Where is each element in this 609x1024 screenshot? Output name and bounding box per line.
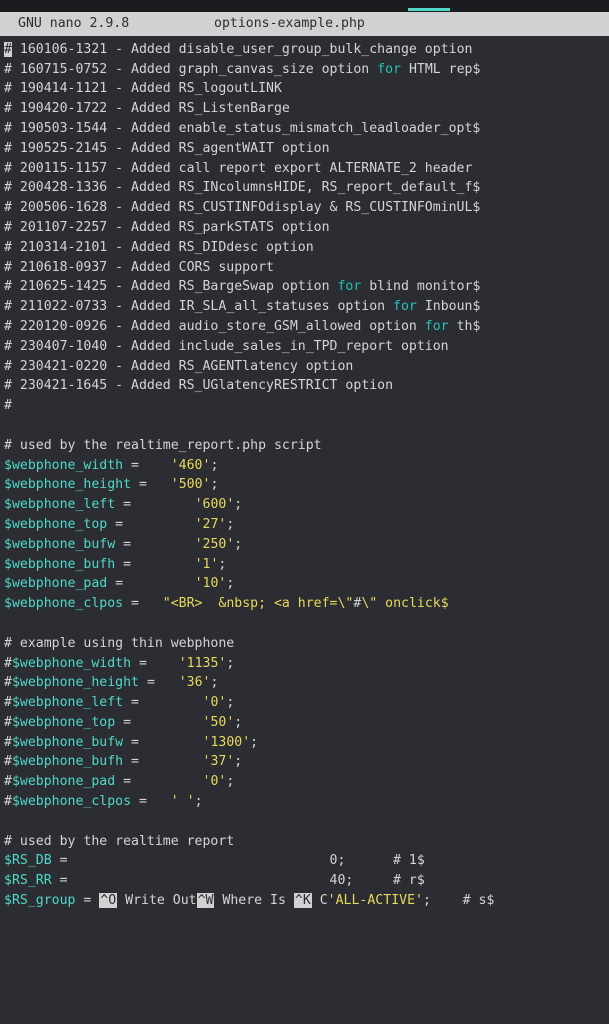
commented-var-line: #$webphone_bufw = '1300'; xyxy=(4,733,605,753)
var-line: $webphone_bufh = '1'; xyxy=(4,555,605,575)
comment-line: # example using thin webphone xyxy=(4,634,605,654)
nano-titlebar: GNU nano 2.9.8 options-example.php xyxy=(0,12,609,36)
var-line: $webphone_left = '600'; xyxy=(4,495,605,515)
window-topbar xyxy=(0,0,609,12)
commented-var-line: #$webphone_top = '50'; xyxy=(4,713,605,733)
var-line: $webphone_width = '460'; xyxy=(4,456,605,476)
changelog-line: # 190503-1544 - Added enable_status_mism… xyxy=(4,119,605,139)
changelog-line: # 160106-1321 - Added disable_user_group… xyxy=(4,40,605,60)
cursor: # xyxy=(4,42,12,57)
changelog-line: # 230407-1040 - Added include_sales_in_T… xyxy=(4,337,605,357)
changelog-line: # 230421-1645 - Added RS_UGlatencyRESTRI… xyxy=(4,376,605,396)
comment-line: # used by the realtime report xyxy=(4,832,605,852)
commented-var-line: #$webphone_bufh = '37'; xyxy=(4,752,605,772)
var-line: $webphone_pad = '10'; xyxy=(4,574,605,594)
var-line: $RS_DB = 0; # 1$ xyxy=(4,851,605,871)
shortcut-where-is: ^W xyxy=(197,893,215,908)
changelog-line: # 200115-1157 - Added call report export… xyxy=(4,159,605,179)
var-line: $webphone_bufw = '250'; xyxy=(4,535,605,555)
blank-line xyxy=(4,614,605,634)
changelog-line: # 210618-0937 - Added CORS support xyxy=(4,258,605,278)
shortcut-cut: ^K xyxy=(294,893,312,908)
var-line: $RS_RR = 40; # r$ xyxy=(4,871,605,891)
file-name: options-example.php xyxy=(214,14,365,34)
tab-accent xyxy=(408,8,450,11)
changelog-line: # 211022-0733 - Added IR_SLA_all_statuse… xyxy=(4,297,605,317)
shortcut-write-out: ^O xyxy=(99,893,117,908)
commented-var-line: #$webphone_left = '0'; xyxy=(4,693,605,713)
changelog-line: # 210625-1425 - Added RS_BargeSwap optio… xyxy=(4,277,605,297)
blank-line xyxy=(4,812,605,832)
changelog-line: # 230421-0220 - Added RS_AGENTlatency op… xyxy=(4,357,605,377)
changelog-line: # 200506-1628 - Added RS_CUSTINFOdisplay… xyxy=(4,198,605,218)
commented-var-line: #$webphone_pad = '0'; xyxy=(4,772,605,792)
commented-var-line: #$webphone_width = '1135'; xyxy=(4,654,605,674)
changelog-line: # 200428-1336 - Added RS_INcolumnsHIDE, … xyxy=(4,178,605,198)
changelog-line: # 160715-0752 - Added graph_canvas_size … xyxy=(4,60,605,80)
changelog-line: # 210314-2101 - Added RS_DIDdesc option xyxy=(4,238,605,258)
app-name: GNU nano 2.9.8 xyxy=(4,14,214,34)
changelog-line: # 190420-1722 - Added RS_ListenBarge xyxy=(4,99,605,119)
changelog-line: # 190414-1121 - Added RS_logoutLINK xyxy=(4,79,605,99)
comment-line: # used by the realtime_report.php script xyxy=(4,436,605,456)
commented-var-line: #$webphone_clpos = ' '; xyxy=(4,792,605,812)
var-line: $webphone_clpos = "<BR> &nbsp; <a href=\… xyxy=(4,594,605,614)
commented-var-line: #$webphone_height = '36'; xyxy=(4,673,605,693)
changelog-line: # 220120-0926 - Added audio_store_GSM_al… xyxy=(4,317,605,337)
changelog-line: # 201107-2257 - Added RS_parkSTATS optio… xyxy=(4,218,605,238)
changelog-line: # xyxy=(4,396,605,416)
footer-line: $RS_group = ^O Write Out^W Where Is ^K C… xyxy=(4,891,605,911)
var-line: $webphone_height = '500'; xyxy=(4,475,605,495)
editor-content[interactable]: # 160106-1321 - Added disable_user_group… xyxy=(0,36,609,911)
var-line: $webphone_top = '27'; xyxy=(4,515,605,535)
blank-line xyxy=(4,416,605,436)
changelog-line: # 190525-2145 - Added RS_agentWAIT optio… xyxy=(4,139,605,159)
